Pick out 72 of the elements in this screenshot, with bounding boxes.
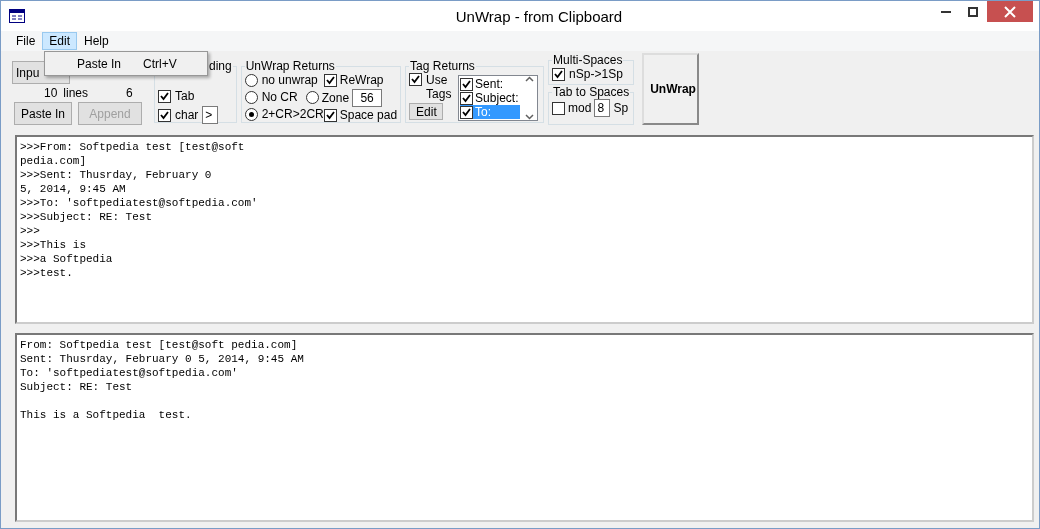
app-icon (9, 9, 25, 23)
menu-item[interactable]: Help (77, 32, 116, 50)
text-line: From: Softpedia test [test@soft pedia.com] (20, 338, 299, 352)
checkbox[interactable] (158, 89, 171, 103)
text-line: >>>From: Softpedia test [test@soft (20, 140, 246, 154)
checkbox[interactable] (552, 67, 566, 81)
group-title: ding (208, 59, 233, 73)
group-title: Tag Returns (409, 59, 476, 73)
checkbox[interactable] (460, 105, 474, 119)
menu-entry[interactable]: Paste In (77, 56, 122, 71)
checkbox[interactable] (323, 73, 337, 87)
text-line: >>> (20, 224, 41, 238)
checkbox-label: nSp->1Sp (569, 67, 623, 81)
checkbox-label: char (175, 108, 199, 122)
checkbox[interactable] (552, 101, 566, 115)
text-line: >>>test. (20, 266, 74, 280)
checkbox-label: Tab (175, 89, 195, 103)
text-line: >>>Sent: Thusrday, February 0 (20, 168, 213, 182)
output-text-area[interactable]: From: Softpedia test [test@soft pedia.com] Sent: Thusrday, February 0 5, 2014, 9:45 AM To: 'softpediatest@softpedia.com' Subject: RE: Test This is a Softpedia test. (15, 333, 1034, 522)
text-line: To: 'softpediatest@softpedia.com' (20, 366, 239, 380)
checkbox[interactable] (323, 108, 337, 122)
unwrap-button[interactable]: UnWrap (642, 53, 700, 125)
menu-item[interactable]: Edit (42, 32, 78, 50)
radio-button[interactable] (305, 91, 319, 104)
radio-button[interactable] (244, 73, 258, 87)
tab-size-field[interactable]: 8 (594, 99, 611, 117)
unit-label: Sp (613, 101, 629, 115)
radio-label: 2+CR>2CR (261, 107, 324, 121)
checkbox[interactable] (460, 91, 474, 105)
text-line: 5, 2014, 9:45 AM (20, 182, 127, 196)
text-line: Subject: RE: Test (20, 380, 134, 394)
text-line: >>>a Softpedia (20, 252, 114, 266)
radio-label: No CR (261, 90, 298, 104)
checkbox-label: mod (568, 101, 592, 115)
checkbox[interactable] (158, 108, 171, 122)
text-line: >>>This is (20, 238, 87, 252)
text-line: >>>Subject: RE: Test (20, 210, 154, 224)
window-title: UnWrap - from Clipboard (454, 7, 623, 25)
scroll-up-icon[interactable] (524, 76, 534, 82)
char-field[interactable]: > (202, 106, 219, 124)
maximize-icon (968, 6, 979, 17)
text-line: Sent: Thusrday, February 0 5, 2014, 9:45 AM (20, 352, 305, 366)
shortcut-label: Ctrl+V (143, 56, 177, 71)
menu-item[interactable]: File (9, 32, 43, 50)
list-item[interactable]: Subject: (460, 91, 521, 105)
scroll-down-icon[interactable] (524, 114, 534, 120)
lines-label: lines (63, 86, 89, 100)
group-title: Multi-Spaces (552, 53, 624, 67)
paste-in-button[interactable]: Paste In (14, 102, 73, 125)
text-line: pedia.com] (20, 154, 87, 168)
checkbox[interactable] (460, 77, 474, 91)
zone-field[interactable]: 56 (352, 88, 383, 107)
text-line: This is a Softpedia test. (20, 408, 193, 422)
radio-label: no unwrap (261, 73, 318, 87)
lines-count: 10 (44, 86, 58, 100)
radio-label: Zone (321, 90, 350, 105)
checkbox-label: ReWrap (339, 73, 384, 87)
group-title: Tab to Spaces (552, 85, 631, 99)
minimize-icon (941, 10, 952, 13)
radio-button[interactable] (244, 107, 258, 121)
group-title: UnWrap Returns (244, 59, 336, 73)
count-value: 6 (126, 86, 133, 100)
close-icon (1004, 5, 1016, 18)
checkbox-label: Use Tags (426, 73, 453, 101)
list-item[interactable]: Sent: (460, 77, 521, 91)
checkbox-label: Space pad (339, 108, 398, 122)
radio-button[interactable] (244, 90, 258, 104)
input-text-area[interactable]: >>>From: Softpedia test [test@soft pedia.com] >>>Sent: Thusrday, February 0 5, 2014, 9:45 AM >>>To: 'softpediatest@softpedia.com' >>>Subject: RE: Test >>> >>>This is >>>a Softpedia >>>test. (15, 135, 1034, 324)
text-line: >>>To: 'softpediatest@softpedia.com' (20, 196, 259, 210)
checkbox[interactable] (409, 73, 423, 86)
close-button[interactable] (987, 1, 1033, 22)
edit-button[interactable]: Edit (409, 103, 444, 120)
